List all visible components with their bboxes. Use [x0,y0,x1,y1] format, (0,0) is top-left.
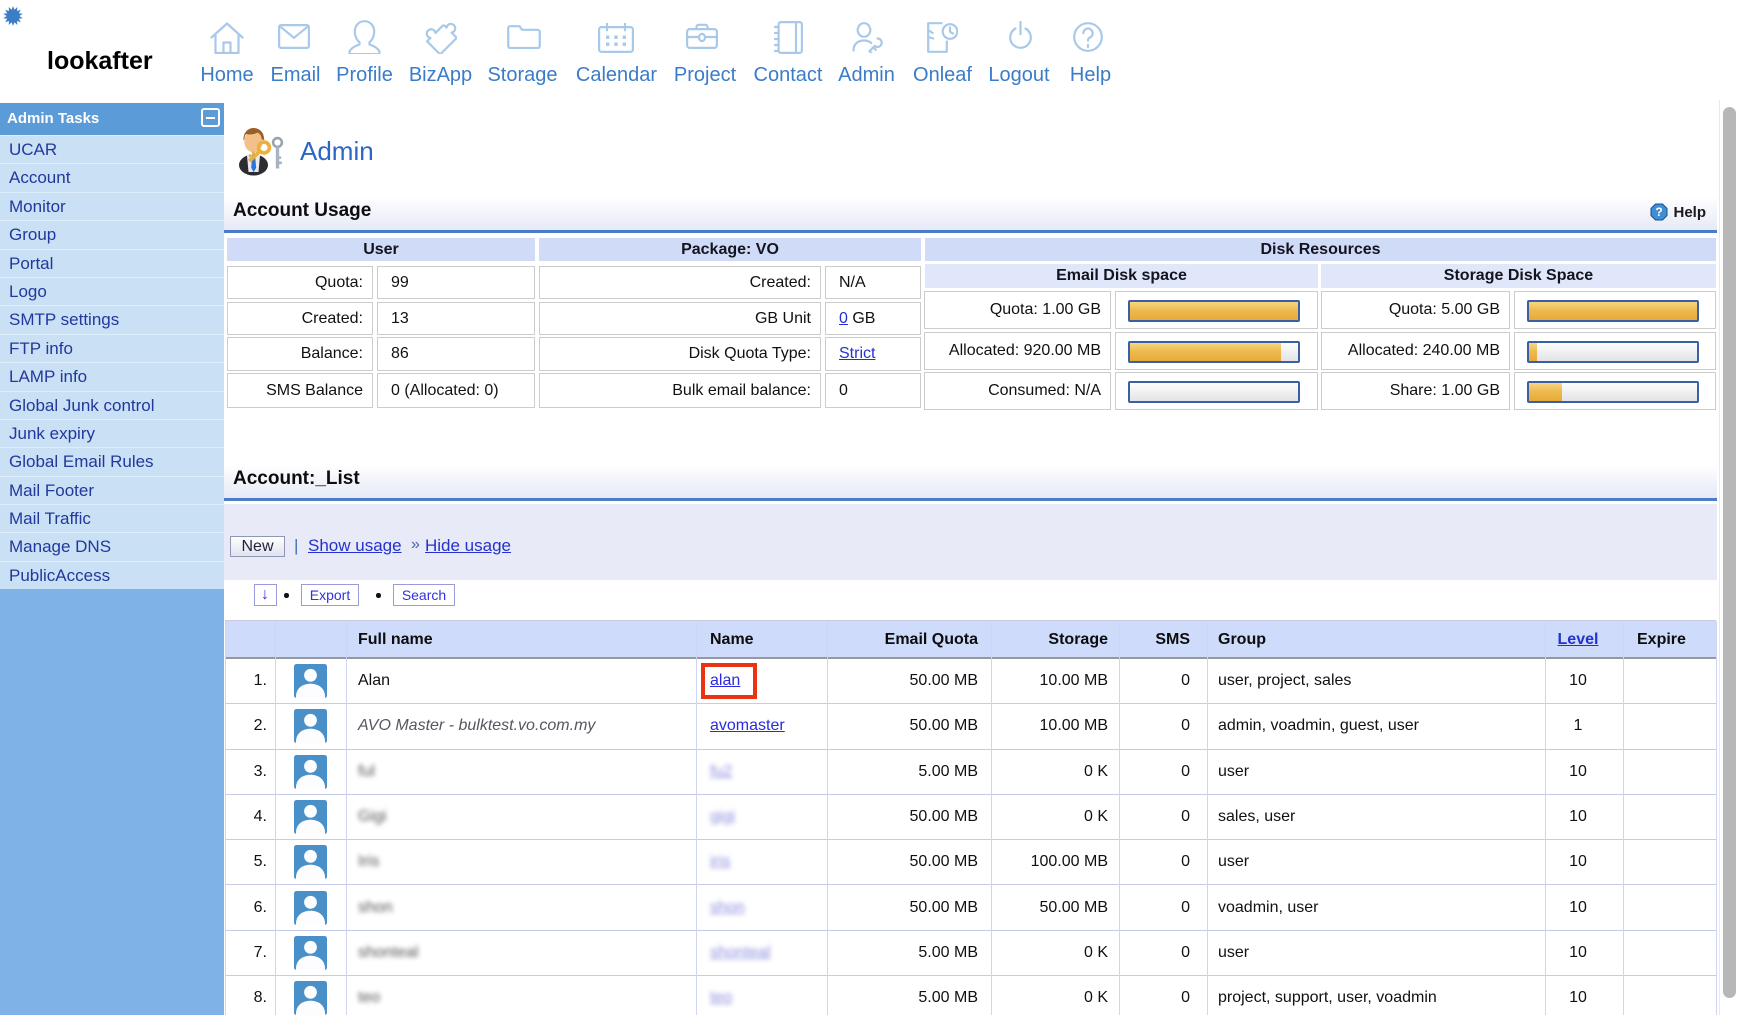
svg-text:?: ? [1655,205,1662,219]
